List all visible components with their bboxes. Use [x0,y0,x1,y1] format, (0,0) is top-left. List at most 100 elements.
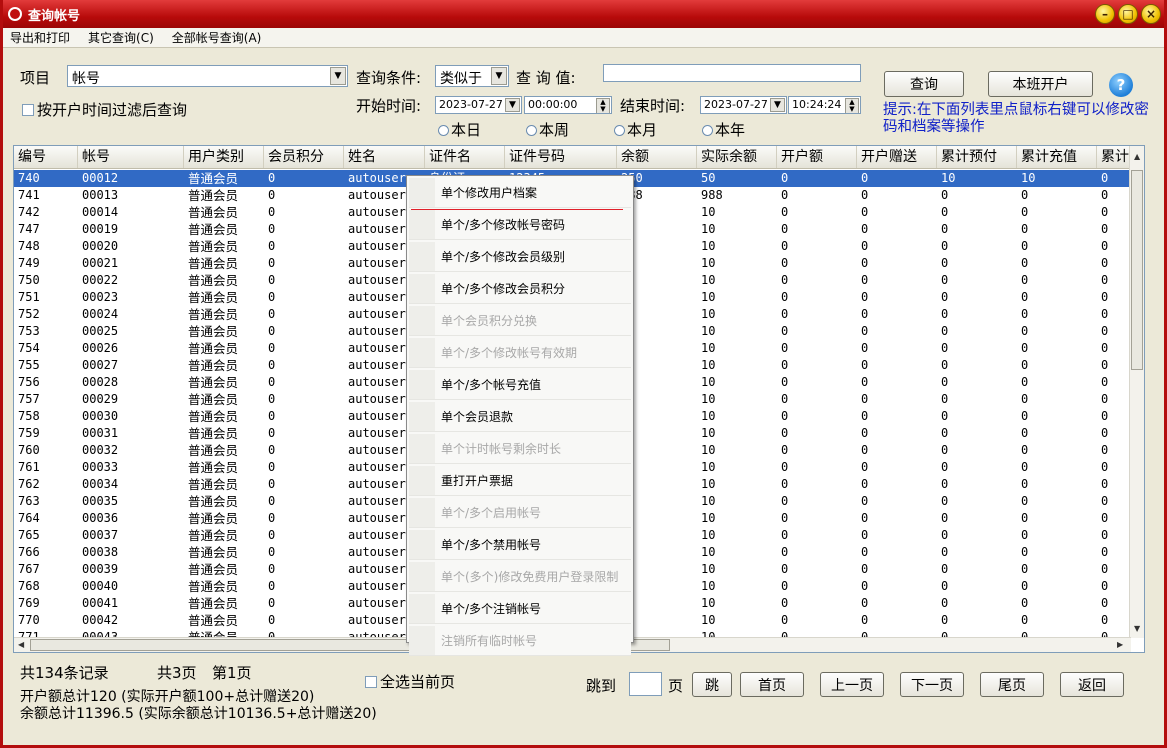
context-menu-item[interactable]: 单个/多个禁用帐号 [409,530,631,560]
minimize-icon[interactable]: – [1095,4,1115,24]
radio-today[interactable]: 本日 [438,119,481,140]
radio-icon[interactable] [702,125,713,136]
context-menu-item[interactable]: 单个/多个帐号充值 [409,370,631,400]
table-cell: 0 [861,273,869,287]
select-all-checkbox[interactable] [365,676,377,688]
filter-checkbox[interactable] [22,104,34,116]
table-cell: 0 [781,392,789,406]
menu-other-query[interactable]: 其它查询(C) [88,29,154,46]
scroll-left-icon[interactable]: ◀ [18,640,24,649]
condition-select[interactable]: 类似于 ▼ [435,65,509,87]
spinner-arrows-icon[interactable]: ▲ ▼ [845,98,859,113]
close-icon[interactable]: × [1141,4,1161,24]
end-date-picker[interactable]: 2023-07-27 ▼ [700,96,787,114]
first-page-button[interactable]: 首页 [740,672,804,697]
window-title: 查询帐号 [28,8,81,24]
table-cell: 988 [701,188,723,202]
chevron-down-icon[interactable]: ▼ [330,67,346,85]
scroll-right-icon[interactable]: ▶ [1117,640,1123,649]
context-menu-item[interactable]: 单个/多个修改会员级别 [409,242,631,272]
column-header[interactable]: 累计 [1097,146,1132,168]
table-cell: 00040 [82,579,119,593]
table-cell: 0 [861,528,869,542]
help-icon[interactable]: ? [1109,73,1133,97]
maximize-icon[interactable]: □ [1118,4,1138,24]
table-cell: 0 [861,324,869,338]
query-button[interactable]: 查询 [884,71,964,97]
scroll-down-icon[interactable]: ▼ [1134,624,1140,633]
jump-page-input[interactable] [629,672,662,696]
table-cell: 0 [268,171,276,185]
table-cell: 10 [701,307,716,321]
context-menu-item[interactable]: 重打开户票据 [409,466,631,496]
radio-icon[interactable] [438,125,449,136]
table-cell: 00022 [82,273,119,287]
jump-button[interactable]: 跳 [692,672,732,697]
query-value-input[interactable] [603,64,861,82]
table-cell: 741 [18,188,40,202]
table-cell: 10 [701,426,716,440]
vertical-scroll-thumb[interactable] [1131,170,1143,370]
table-cell: 00041 [82,596,119,610]
radio-this-year[interactable]: 本年 [702,119,745,140]
radio-this-week[interactable]: 本周 [526,119,569,140]
chevron-down-icon[interactable]: ▼ [505,98,520,112]
start-time-spinner[interactable]: 00:00:00 ▲ ▼ [524,96,612,114]
back-button[interactable]: 返回 [1060,672,1124,697]
radio-icon[interactable] [614,125,625,136]
column-header[interactable]: 用户类别 [184,146,264,168]
table-cell: 00034 [82,477,119,491]
table-cell: 普通会员 [188,562,239,577]
vertical-scrollbar[interactable]: ▲ ▼ [1129,146,1144,638]
context-menu-item[interactable]: 单个/多个注销帐号 [409,594,631,624]
chevron-down-icon[interactable]: ▼ [491,67,507,85]
open-account-button[interactable]: 本班开户 [988,71,1093,97]
column-header[interactable]: 累计预付 [937,146,1017,168]
table-cell: 748 [18,239,40,253]
radio-this-month[interactable]: 本月 [614,119,657,140]
column-header[interactable]: 实际余额 [697,146,777,168]
filter-by-open-time[interactable]: 按开户时间过滤后查询 [22,99,187,120]
last-page-button[interactable]: 尾页 [980,672,1044,697]
app-icon [8,7,22,21]
spinner-arrows-icon[interactable]: ▲ ▼ [596,98,610,113]
context-menu-item[interactable]: 单个修改用户档案 [409,178,631,208]
column-header[interactable]: 帐号 [78,146,184,168]
start-date-picker[interactable]: 2023-07-27 ▼ [435,96,522,114]
table-cell: 0 [268,596,276,610]
table-cell: 00035 [82,494,119,508]
table-cell: 普通会员 [188,579,239,594]
column-header[interactable]: 累计充值 [1017,146,1097,168]
table-cell: 0 [268,511,276,525]
next-page-button[interactable]: 下一页 [900,672,964,697]
page-unit-label: 页 [668,677,684,695]
select-all-current-page[interactable]: 全选当前页 [365,671,455,692]
table-cell: 742 [18,205,40,219]
column-header[interactable]: 开户赠送 [857,146,937,168]
column-header[interactable]: 余额 [617,146,697,168]
radio-icon[interactable] [526,125,537,136]
chevron-down-icon[interactable]: ▼ [770,98,785,112]
end-time-spinner[interactable]: 10:24:24 ▲ ▼ [788,96,861,114]
table-cell: 00020 [82,239,119,253]
menu-export-print[interactable]: 导出和打印 [10,29,70,46]
context-menu-item[interactable]: 单个会员退款 [409,402,631,432]
table-cell: 0 [268,613,276,627]
item-select[interactable]: 帐号 ▼ [67,65,348,87]
context-menu-item[interactable]: 单个/多个修改帐号密码 [409,210,631,240]
scroll-up-icon[interactable]: ▲ [1134,152,1140,161]
menu-all-accounts-query[interactable]: 全部帐号查询(A) [172,29,262,46]
column-header[interactable]: 姓名 [344,146,425,168]
table-cell: 0 [1021,392,1029,406]
context-menu-item[interactable]: 单个/多个修改会员积分 [409,274,631,304]
column-header[interactable]: 会员积分 [264,146,344,168]
table-cell: 普通会员 [188,358,239,373]
column-header[interactable]: 证件名 [425,146,505,168]
table-cell: 0 [1101,256,1109,270]
column-header[interactable]: 证件号码 [505,146,617,168]
column-header[interactable]: 编号 [14,146,78,168]
column-header[interactable]: 开户额 [777,146,857,168]
prev-page-button[interactable]: 上一页 [820,672,884,697]
select-all-label: 全选当前页 [380,673,456,691]
table-cell: 00027 [82,358,119,372]
